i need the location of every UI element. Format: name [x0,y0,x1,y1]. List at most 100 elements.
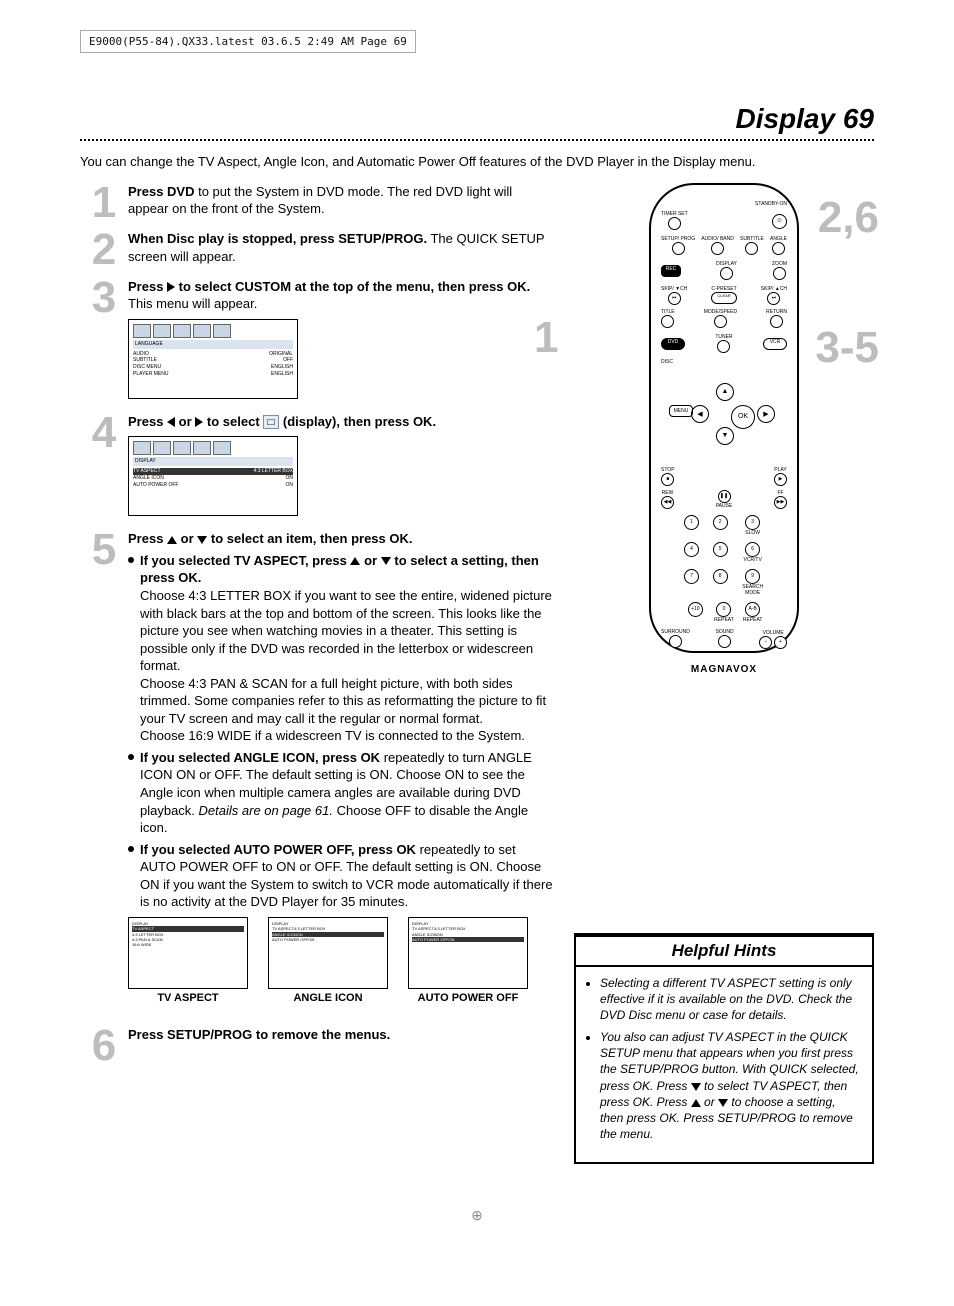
step-2: 2 When Disc play is stopped, press SETUP… [80,230,554,270]
angle-button[interactable] [772,242,785,255]
remote-control: STANDBY-ON TIMER SET ⏻ SETUP/ PROG AUDIO… [649,183,799,653]
step-2-bold: When Disc play is stopped, press SETUP/P… [128,231,427,246]
ab-button[interactable]: A-B [745,602,760,617]
step-3: 3 Press to select CUSTOM at the top of t… [80,278,554,405]
num-3-button[interactable]: 3 [745,515,760,530]
skip-up-button[interactable]: ⏭ [767,292,780,305]
hints-title: Helpful Hints [576,935,872,967]
right-button[interactable]: ▶ [757,405,775,423]
step-4-a: Press [128,414,167,429]
rew-button[interactable]: ◀◀ [661,496,674,509]
bullet-icon [128,846,134,852]
step-1-bold: Press DVD [128,184,194,199]
up-button[interactable]: ▲ [716,383,734,401]
play-button[interactable]: ▶ [774,473,787,486]
right-arrow-icon [195,417,203,427]
number-pad: 1 2 3SLOW 4 5 6VCR/TV 7 8 9SEARCH MODE +… [684,515,764,623]
bullet-icon [128,557,134,563]
step-number: 5 [80,530,128,570]
step-number: 6 [80,1026,128,1066]
down-button[interactable]: ▼ [716,427,734,445]
down-arrow-icon [381,557,391,565]
ff-button[interactable]: ▶▶ [774,496,787,509]
step-number: 2 [80,230,128,270]
right-arrow-icon [167,282,175,292]
remote-and-hints-column: 2,6 1 3-5 STANDBY-ON TIMER SET ⏻ SETUP/ … [574,183,874,1165]
step-5-head-b: or [181,531,198,546]
display-icon [263,415,279,429]
step-6-bold: Press SETUP/PROG to remove the menus. [128,1027,390,1042]
num-5-button[interactable]: 5 [713,542,728,557]
print-header: E9000(P55-84).QX33.latest 03.6.5 2:49 AM… [80,30,416,53]
caption-angle-icon: ANGLE ICON [268,991,388,1006]
left-button[interactable]: ◀ [691,405,709,423]
dvd-button[interactable]: DVD [661,338,685,350]
num-6-button[interactable]: 6 [745,542,760,557]
vol-up-button[interactable]: + [774,636,787,649]
tuner-button[interactable] [717,340,730,353]
sound-button[interactable] [718,635,731,648]
stop-button[interactable]: ■ [661,473,674,486]
hint-2: You also can adjust TV ASPECT in the QUI… [600,1029,862,1142]
osd-language-screenshot: LANGUAGE AUDIOORIGINAL SUBTITLEOFF DISC … [128,319,298,399]
steps-column: 1 Press DVD to put the System in DVD mod… [80,183,554,1074]
skip-down-button[interactable]: ⏮ [668,292,681,305]
timer-button[interactable] [668,217,681,230]
step-3-b: to select CUSTOM at the top of the menu,… [179,279,531,294]
standby-label: STANDBY-ON [661,201,787,207]
up-arrow-icon [350,557,360,565]
pause-button[interactable]: ❚❚ [718,490,731,503]
subtitle-button[interactable] [745,242,758,255]
caption-tv-aspect: TV ASPECT [128,991,248,1006]
osd-display-screenshot: DISPLAY TV ASPECT4:3 LETTER BOX ANGLE IC… [128,436,298,516]
title-button[interactable] [661,315,674,328]
standby-button[interactable]: ⏻ [772,214,787,229]
step-6: 6 Press SETUP/PROG to remove the menus. [80,1026,554,1066]
step-5: 5 Press or to select an item, then press… [80,530,554,1017]
num-2-button[interactable]: 2 [713,515,728,530]
bullet-icon [128,754,134,760]
left-arrow-icon [167,417,175,427]
plus10-button[interactable]: +10 [688,602,703,617]
menu-button[interactable]: MENU [669,405,693,417]
step-number: 4 [80,413,128,453]
step-3-a: Press [128,279,167,294]
dotted-rule [80,139,874,141]
num-4-button[interactable]: 4 [684,542,699,557]
mini-screenshots-row: DISPLAY TV ASPECT 4:3 LETTER BOX 4:3 PAN… [128,917,554,989]
num-9-button[interactable]: 9 [745,569,760,584]
hint-1: Selecting a different TV ASPECT setting … [600,975,862,1024]
audio-band-button[interactable] [711,242,724,255]
crop-mark-icon: ⊕ [471,1207,483,1224]
tv-aspect-p3: Choose 16:9 WIDE if a widescreen TV is c… [140,727,554,745]
intro-text: You can change the TV Aspect, Angle Icon… [80,153,874,171]
step-1: 1 Press DVD to put the System in DVD mod… [80,183,554,223]
num-7-button[interactable]: 7 [684,569,699,584]
return-button[interactable] [770,315,783,328]
ok-button[interactable]: OK [731,405,755,429]
mini-auto-power-off: DISPLAY TV ASPECT4:3 LETTER BOX ANGLE IC… [408,917,528,989]
mini-captions: TV ASPECT ANGLE ICON AUTO POWER OFF [128,991,554,1006]
zoom-button[interactable] [773,267,786,280]
surround-button[interactable] [669,635,682,648]
num-1-button[interactable]: 1 [684,515,699,530]
rec-button[interactable]: REC [661,265,681,277]
up-arrow-icon [691,1099,701,1107]
callout-1: 1 [534,313,558,363]
num-0-button[interactable]: 0 [716,602,731,617]
modespeed-button[interactable] [714,315,727,328]
step-number: 1 [80,183,128,223]
tv-aspect-p1: Choose 4:3 LETTER BOX if you want to see… [140,587,554,675]
display-button[interactable] [720,267,733,280]
clear-button[interactable]: CLEAR [711,292,737,304]
setup-prog-button[interactable] [672,242,685,255]
num-8-button[interactable]: 8 [713,569,728,584]
callout-3-5: 3-5 [815,323,879,373]
vcr-button[interactable]: VCR [763,338,787,350]
down-arrow-icon [691,1083,701,1091]
tv-aspect-p2: Choose 4:3 PAN & SCAN for a full height … [140,675,554,728]
step-5-head-c: to select an item, then press OK. [211,531,413,546]
vol-down-button[interactable]: − [759,636,772,649]
caption-auto-power-off: AUTO POWER OFF [408,991,528,1006]
callout-2-6: 2,6 [818,193,879,243]
